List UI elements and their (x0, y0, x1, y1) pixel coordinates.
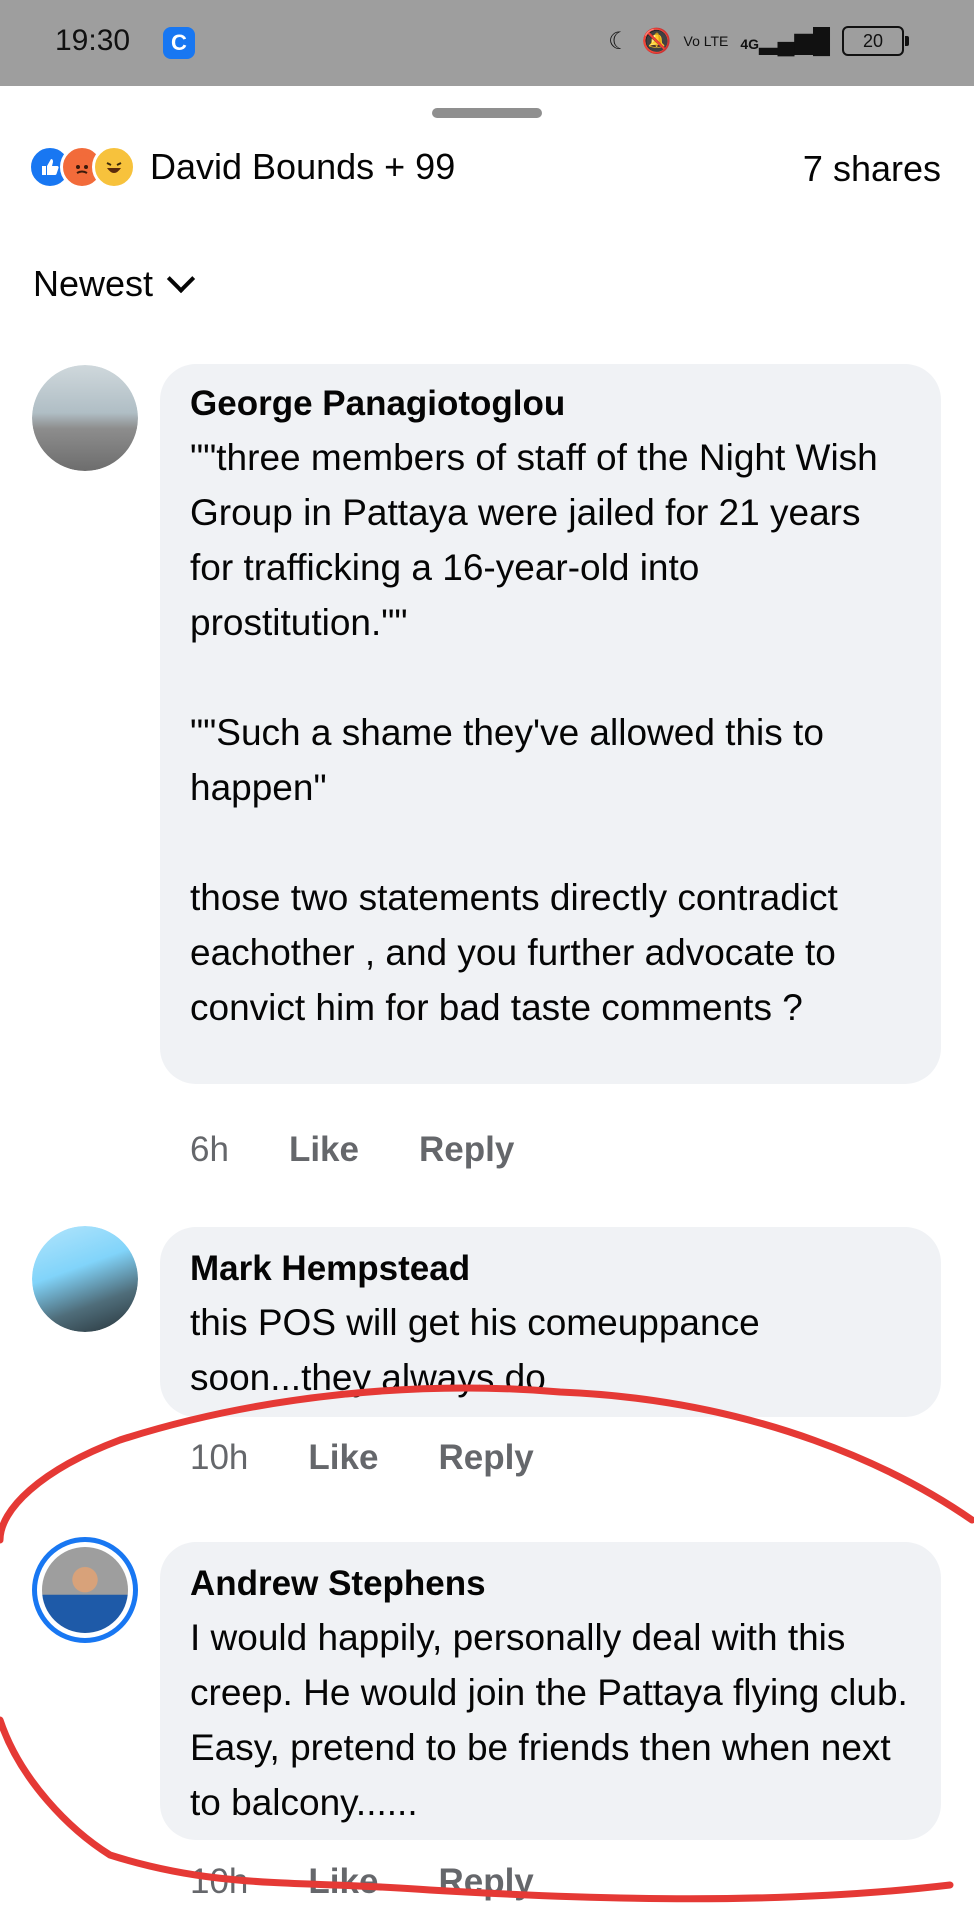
battery-indicator: 20 (842, 26, 909, 56)
status-time: 19:30 (55, 24, 131, 57)
avatar[interactable] (32, 1226, 138, 1332)
volte-label: Vo LTE (683, 33, 729, 49)
avatar[interactable] (32, 365, 138, 471)
comment-author[interactable]: Mark Hempstead (190, 1249, 911, 1289)
comment-actions: 10h Like Reply (190, 1862, 594, 1902)
comment-text: this POS will get his comeuppance soon..… (190, 1302, 770, 1398)
comment-bubble: George Panagiotoglou ""three members of … (160, 364, 941, 1084)
comment-actions: 6h Like Reply (190, 1130, 574, 1170)
comment-sort-dropdown[interactable]: Newest (33, 263, 196, 305)
comment-timestamp[interactable]: 10h (190, 1438, 248, 1478)
avatar[interactable] (32, 1537, 138, 1643)
comment-author[interactable]: Andrew Stephens (190, 1564, 911, 1604)
like-button[interactable]: Like (308, 1862, 378, 1902)
app-notification-icon: C (163, 27, 195, 59)
status-icons: ☾ 🔕 Vo LTE 4G▂▄▆█ 20 (608, 26, 909, 56)
moon-icon: ☾ (608, 27, 630, 55)
comment-timestamp[interactable]: 10h (190, 1862, 248, 1902)
sheet-grab-handle[interactable] (432, 108, 542, 118)
comment-bubble: Andrew Stephens I would happily, persona… (160, 1542, 941, 1840)
haha-icon (92, 145, 136, 189)
reply-button[interactable]: Reply (438, 1862, 533, 1902)
comment-text: I would happily, personally deal with th… (190, 1617, 919, 1823)
comment-author[interactable]: George Panagiotoglou (190, 384, 911, 424)
like-button[interactable]: Like (289, 1130, 359, 1170)
status-bar: 19:30 C ☾ 🔕 Vo LTE 4G▂▄▆█ 20 (0, 0, 974, 86)
comment-text: ""three members of staff of the Night Wi… (190, 437, 878, 1028)
reactor-names: David Bounds + 99 (150, 146, 456, 187)
reply-button[interactable]: Reply (438, 1438, 533, 1478)
reply-button[interactable]: Reply (419, 1130, 514, 1170)
comment-bubble: Mark Hempstead this POS will get his com… (160, 1227, 941, 1417)
reactions-summary[interactable]: David Bounds + 99 (28, 145, 455, 189)
comment-timestamp[interactable]: 6h (190, 1130, 229, 1170)
chevron-down-icon (166, 264, 196, 294)
signal-icon: 4G▂▄▆█ (740, 27, 830, 55)
signal-label: 4G (740, 35, 760, 52)
like-button[interactable]: Like (308, 1438, 378, 1478)
shares-count[interactable]: 7 shares (803, 148, 941, 190)
comment-actions: 10h Like Reply (190, 1438, 594, 1478)
sort-label: Newest (33, 263, 154, 304)
mute-icon: 🔕 (641, 27, 672, 55)
